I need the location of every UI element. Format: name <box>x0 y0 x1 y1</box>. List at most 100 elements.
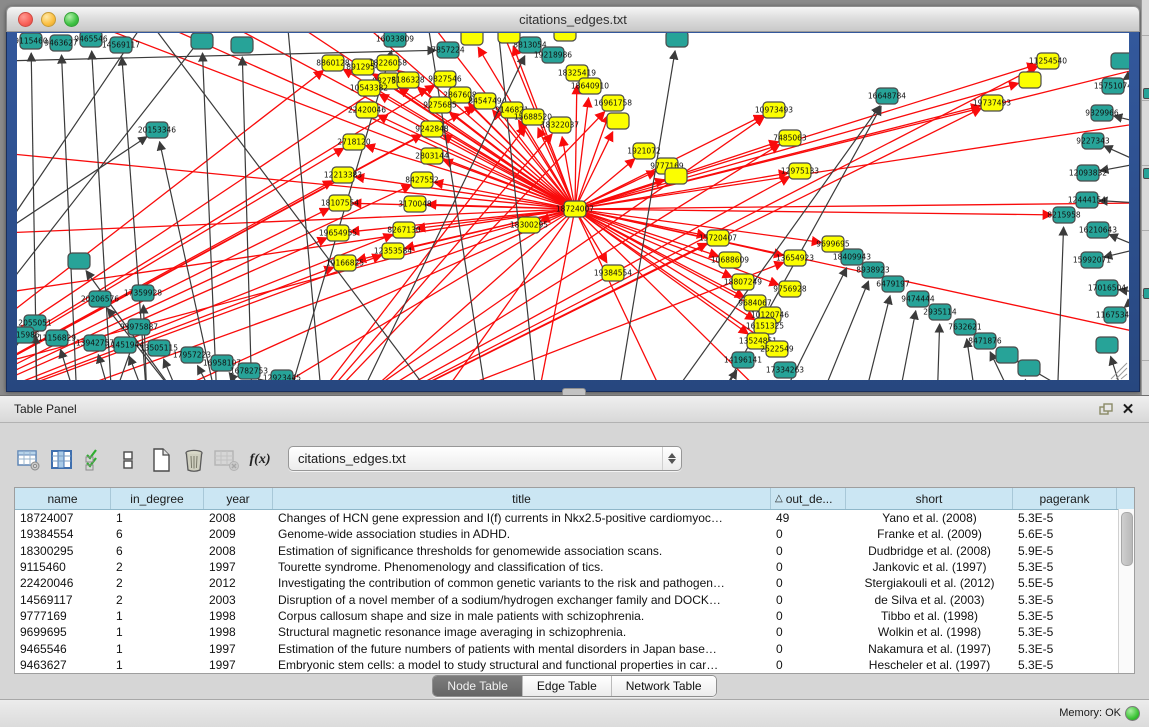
network-node[interactable]: 10973493 <box>755 102 793 118</box>
new-file-icon[interactable] <box>146 446 176 474</box>
network-node[interactable] <box>68 253 90 269</box>
function-builder-icon[interactable]: f(x) <box>245 446 275 474</box>
network-node[interactable]: 7857224 <box>431 42 465 58</box>
network-node[interactable] <box>1019 72 1041 88</box>
svg-text:19654955: 19654955 <box>319 229 357 238</box>
svg-text:18325419: 18325419 <box>558 69 596 78</box>
network-node[interactable]: 16648784 <box>868 88 906 104</box>
network-node[interactable]: 9474444 <box>901 291 935 307</box>
edge <box>1123 68 1129 80</box>
network-node[interactable]: 14196141 <box>724 352 762 368</box>
network-node[interactable] <box>1018 360 1040 376</box>
network-node[interactable] <box>996 347 1018 363</box>
network-window-titlebar[interactable]: citations_edges.txt <box>6 6 1140 32</box>
column-header-name[interactable]: name <box>15 488 111 509</box>
network-node[interactable] <box>1111 53 1129 69</box>
select-column-icon[interactable] <box>47 446 77 474</box>
table-row[interactable]: 946362711997Embryonic stem cells: a mode… <box>15 657 1134 673</box>
network-node[interactable] <box>461 33 483 45</box>
network-node[interactable]: 18107554 <box>321 195 359 211</box>
network-node[interactable] <box>607 113 629 129</box>
edge <box>575 85 577 209</box>
network-node[interactable]: 20206576 <box>81 291 119 307</box>
network-node[interactable]: 20153346 <box>138 122 176 138</box>
column-header-out_de[interactable]: △out_de... <box>771 488 846 509</box>
row-select-icon[interactable] <box>80 446 110 474</box>
cell-in_degree: 6 <box>111 544 204 558</box>
network-node[interactable]: 11254540 <box>1029 53 1067 69</box>
network-node[interactable]: 2935114 <box>923 304 957 320</box>
close-panel-icon[interactable]: ✕ <box>1117 400 1139 418</box>
network-frame-border: 9115460946362794655461456911716033809785… <box>6 32 1140 392</box>
network-node[interactable]: 93975887 <box>120 319 158 335</box>
network-node[interactable]: 9756928 <box>773 281 807 297</box>
network-node[interactable] <box>498 33 520 43</box>
network-node[interactable]: 15992071 <box>1073 252 1111 268</box>
svg-text:9699695: 9699695 <box>816 240 850 249</box>
column-header-year[interactable]: year <box>204 488 273 509</box>
tab-edge-table[interactable]: Edge Table <box>522 676 611 696</box>
network-node[interactable]: 1921072 <box>627 143 661 159</box>
scrollbar-thumb[interactable] <box>1121 512 1133 566</box>
table-row[interactable]: 1872400712008Changes of HCN gene express… <box>15 510 1134 526</box>
network-node[interactable]: 8215958 <box>1047 207 1081 223</box>
network-node[interactable] <box>231 37 253 53</box>
zoom-window-button[interactable] <box>64 12 79 27</box>
svg-text:9474444: 9474444 <box>901 295 935 304</box>
network-node[interactable]: 3170048 <box>398 196 432 212</box>
network-node[interactable]: 9115460 <box>17 33 48 49</box>
table-row[interactable]: 1830029562008Estimation of significance … <box>15 543 1134 559</box>
network-node[interactable] <box>666 33 688 47</box>
svg-text:14569117: 14569117 <box>102 41 140 50</box>
network-node[interactable] <box>1096 337 1118 353</box>
table-row[interactable]: 946554611997Estimation of the future num… <box>15 640 1134 656</box>
table-row[interactable]: 911546021997Tourette syndrome. Phenomeno… <box>15 559 1134 575</box>
network-node[interactable]: 16033809 <box>376 33 414 47</box>
delete-table-icon[interactable] <box>212 446 242 474</box>
cell-name: 9115460 <box>15 560 111 574</box>
tab-network-table[interactable]: Network Table <box>611 676 716 696</box>
network-canvas[interactable]: 9115460946362794655461456911716033809785… <box>17 33 1129 380</box>
table-row[interactable]: 2242004622012Investigating the contribut… <box>15 575 1134 591</box>
edge <box>1124 293 1129 307</box>
network-node[interactable]: 12923445 <box>263 370 301 380</box>
rows-icon[interactable] <box>113 446 143 474</box>
network-node[interactable]: 12444154 <box>1068 192 1106 208</box>
network-node[interactable] <box>665 168 687 184</box>
vertical-scrollbar[interactable] <box>1118 509 1134 674</box>
column-header-short[interactable]: short <box>846 488 1013 509</box>
cell-title: Corpus callosum shape and size in male p… <box>273 609 771 623</box>
table-row[interactable]: 1456911722003Disruption of a novel membe… <box>15 591 1134 607</box>
network-node[interactable]: 9329966 <box>1085 105 1119 121</box>
minimize-window-button[interactable] <box>41 12 56 27</box>
network-node[interactable]: 11156829 <box>38 330 76 346</box>
network-node[interactable]: 17016504 <box>1088 280 1126 296</box>
svg-text:19218986: 19218986 <box>534 51 572 60</box>
network-node[interactable]: 17359928 <box>124 285 162 301</box>
network-node[interactable]: 8860128 <box>316 55 350 71</box>
table-row[interactable]: 1938455462009Genome-wide association stu… <box>15 526 1134 542</box>
close-window-button[interactable] <box>18 12 33 27</box>
network-node[interactable]: 12093832 <box>1069 165 1107 181</box>
cell-name: 9699695 <box>15 625 111 639</box>
network-node[interactable]: 7485063 <box>773 130 807 146</box>
table-settings-icon[interactable] <box>14 446 44 474</box>
network-node[interactable]: 15751074 <box>1094 78 1129 94</box>
float-panel-icon[interactable] <box>1095 400 1117 418</box>
network-table-select[interactable]: citations_edges.txt <box>288 446 682 471</box>
network-node[interactable]: 11675345 <box>1096 307 1129 323</box>
edge <box>1109 235 1129 248</box>
network-node[interactable] <box>191 33 213 49</box>
column-header-title[interactable]: title <box>273 488 771 509</box>
network-node[interactable] <box>554 33 576 41</box>
network-node[interactable]: 9463627 <box>44 35 78 51</box>
column-header-pagerank[interactable]: pagerank <box>1013 488 1117 509</box>
tab-node-table[interactable]: Node Table <box>433 676 522 696</box>
column-header-in_degree[interactable]: in_degree <box>111 488 204 509</box>
network-node[interactable]: 16961758 <box>594 95 632 111</box>
network-node[interactable]: 10688609 <box>711 252 749 268</box>
table-row[interactable]: 969969511998Structural magnetic resonanc… <box>15 624 1134 640</box>
svg-text:11254540: 11254540 <box>1029 57 1067 66</box>
table-row[interactable]: 977716911998Corpus callosum shape and si… <box>15 608 1134 624</box>
trash-icon[interactable] <box>179 446 209 474</box>
